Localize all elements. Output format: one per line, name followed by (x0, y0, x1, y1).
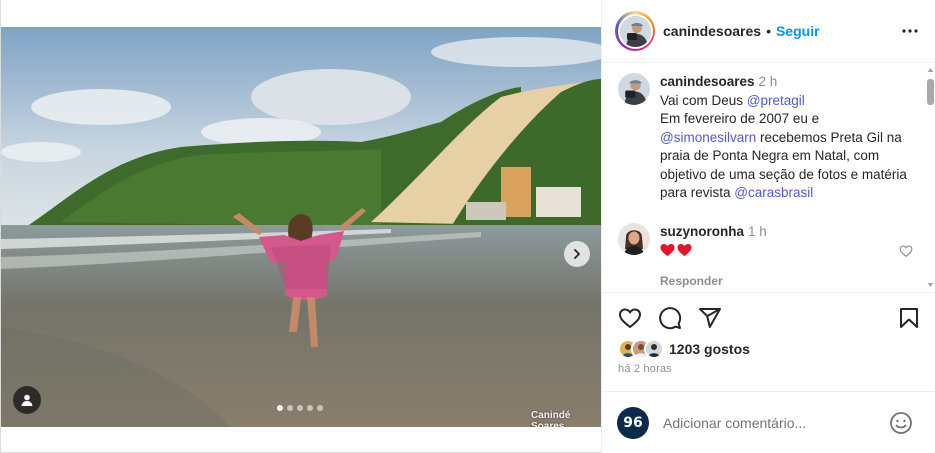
chevron-right-icon (574, 249, 580, 259)
mention-link[interactable]: @carasbrasil (734, 185, 813, 200)
caption-text: canindesoares 2 h Vai com Deus @pretagil … (660, 73, 918, 203)
post-actions (602, 306, 935, 334)
post-photo[interactable]: Canindé Soares (1, 27, 601, 427)
caption-line1: Vai com Deus (660, 92, 747, 108)
like-button[interactable] (618, 306, 642, 335)
comment-like-button[interactable] (899, 244, 913, 263)
story-ring[interactable] (615, 11, 655, 51)
bookmark-icon (900, 308, 918, 328)
more-options-button[interactable] (901, 22, 919, 45)
profile-photo-icon (618, 223, 650, 255)
avatar (619, 15, 651, 47)
carousel-next-button[interactable] (564, 241, 590, 267)
liker-avatars[interactable] (618, 339, 664, 359)
carousel-indicator (277, 405, 323, 411)
carousel-dot (317, 405, 323, 411)
heart-icon (618, 308, 642, 329)
emoji-button[interactable] (889, 411, 913, 440)
comment-username[interactable]: suzynoronha (660, 224, 744, 239)
caption-username[interactable]: canindesoares (660, 74, 755, 89)
mention-link[interactable]: @pretagil (747, 93, 805, 108)
comment-item: suzynoronha 1 h ❤❤ Responder (618, 223, 918, 290)
header-username[interactable]: canindesoares (663, 23, 761, 39)
post-caption: canindesoares 2 h Vai com Deus @pretagil … (618, 73, 918, 203)
comment-input[interactable] (663, 414, 883, 431)
post-details-panel: canindesoares • Seguir canindesoares 2 h… (601, 0, 935, 453)
carousel-dot (297, 405, 303, 411)
comment-button[interactable] (658, 306, 682, 335)
more-horizontal-icon (902, 29, 918, 33)
post-timestamp[interactable]: há 2 horas (618, 363, 672, 375)
liker-avatar (644, 339, 664, 359)
commenter-avatar[interactable] (618, 223, 650, 255)
add-comment-bar: 96 (602, 391, 935, 453)
caption-time[interactable]: 2 h (759, 74, 778, 89)
red-heart-emoji-icon (677, 243, 692, 257)
post-header: canindesoares • Seguir (602, 0, 935, 63)
paper-plane-icon (699, 308, 721, 328)
instagram-post-modal: Canindé Soares canindesoares • Seguir ca… (0, 0, 935, 453)
mention-link[interactable]: @simonesilvarn (660, 130, 756, 145)
heart-outline-icon (899, 245, 913, 257)
account-avatar: 96 (617, 406, 649, 439)
scrollbar-thumb[interactable] (927, 79, 934, 105)
caption-avatar[interactable] (618, 73, 650, 105)
scroll-up-arrow-icon[interactable] (927, 66, 934, 74)
likes-count[interactable]: 1203 gostos (669, 341, 750, 357)
carousel-dot (287, 405, 293, 411)
tagged-users-button[interactable] (13, 386, 41, 414)
share-button[interactable] (698, 306, 722, 335)
follow-button[interactable]: Seguir (776, 23, 820, 39)
caption-line2: Em fevereiro de 2007 eu e (660, 111, 820, 126)
save-button[interactable] (897, 306, 921, 335)
likes-summary: 1203 gostos (618, 339, 750, 359)
smiley-icon (890, 412, 912, 434)
carousel-dot (277, 405, 283, 411)
profile-photo-icon (619, 15, 651, 47)
profile-photo-icon (646, 341, 662, 357)
comment-icon (659, 307, 682, 330)
comment-time[interactable]: 1 h (748, 224, 767, 239)
red-heart-emoji-icon (660, 243, 675, 257)
reply-button[interactable]: Responder (660, 272, 767, 290)
comment-content: ❤❤ (660, 243, 767, 258)
comments-section[interactable]: canindesoares 2 h Vai com Deus @pretagil … (602, 63, 935, 293)
photo-credit-watermark: Canindé Soares (531, 410, 571, 427)
carousel-dot (307, 405, 313, 411)
profile-photo-icon (618, 73, 650, 105)
beach-photo (1, 27, 601, 427)
scroll-down-arrow-icon[interactable] (927, 281, 934, 289)
person-icon (21, 394, 33, 406)
header-separator: • (766, 23, 771, 39)
